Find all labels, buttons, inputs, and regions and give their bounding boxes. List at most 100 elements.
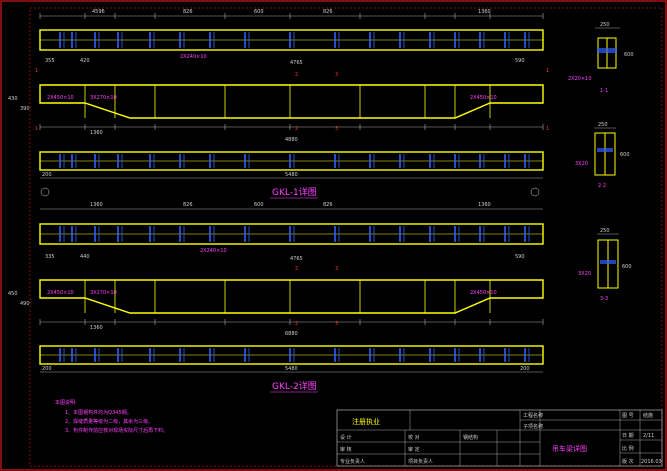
notes-item-1: 1、本图钢构件均为Q345钢。 [65,409,132,416]
tb-value-1: 钢结构 [463,434,478,441]
lower-plan-note: 2X240×10 [200,248,227,254]
upper-elevation-stiffeners [84,85,491,118]
section-3-note: 3X20 [578,271,591,277]
notes-item-3: 3、构件制作前应核对现场实际尺寸后再下料。 [65,427,168,434]
upper-elevation-outline [39,84,544,119]
notes-item-2: 2、焊缝质量等级为二级，其余为三级。 [65,418,153,425]
section-1-dim-1: 250 [600,22,610,28]
lower-beam-group: 1360 826 600 826 1360 2X240×10 335 440 4… [8,202,544,393]
title-drawing-name: 吊车梁详图 [552,444,587,453]
marker-3a: 3 [335,72,338,78]
drawing-border [0,0,667,471]
lower-bottom-dim-2: 5480 [285,366,298,372]
marker-1b: 1 [546,68,549,74]
lower-top-dim-1: 1360 [90,202,103,208]
upper-plan-dim-1: 355 [45,58,55,64]
lower-beam-title: GKL-2详图 [272,380,317,392]
tb-field-2: 子项名称 [523,423,543,430]
lower-top-dim-2: 826 [183,202,193,208]
section-2-dim-1: 250 [598,122,608,128]
marker-2c: 2 [295,266,298,272]
lower-elevation-outline [39,279,544,314]
section-2-label: 2-2 [598,183,606,189]
upper-elev-total: 1360 [90,130,103,136]
lower-bottom-dim-1: 200 [42,366,52,372]
tb-field-1: 工程名称 [523,412,543,419]
marker-1c: 1 [35,126,38,132]
section-1-note: 2X20×10 [568,76,592,82]
lower-elev-note-3: 2X450×10 [470,290,497,296]
section-3-label: 3-3 [600,296,608,302]
lower-elev-total: 1360 [90,325,103,331]
tb-field-3: 设 计 [340,434,352,441]
section-1-dim-2: 600 [624,52,634,58]
upper-plan-note: 2X240×10 [180,54,207,60]
section-1-label: 1-1 [600,88,608,94]
lower-elev-left-2: 490 [20,301,30,307]
upper-beam-group: 4596 826 600 826 1360 2X240×10 355 420 4… [8,9,544,199]
upper-elev-note-1: 2X450×10 [47,95,74,101]
notes-block: 本图说明: 1、本图钢构件均为Q345钢。 2、焊缝质量等级为二级，其余为三级。… [55,399,168,434]
upper-elev-left-1: 430 [8,96,18,102]
lower-bottom-dim-3: 200 [520,366,530,372]
tb-field-10: 日 期 [622,433,634,439]
lower-elev-left-1: 450 [8,291,18,297]
tb-field-12: 版 次 [622,458,634,465]
marker-3b: 3 [335,126,338,132]
upper-beam-title: GKL-1详图 [272,186,317,198]
tb-field-9: 图 号 [622,413,634,419]
cad-drawing-canvas: 4596 826 600 826 1360 2X240×10 355 420 4… [0,0,667,471]
lower-plan-dim-1: 335 [45,254,55,260]
lower-plan-dim-2: 440 [80,254,90,260]
section-2-note: 3X20 [575,161,588,167]
lower-elev-note-1: 2X450×10 [47,290,74,296]
section-3-dim-1: 250 [600,228,610,234]
lower-plan-dim-3: 4765 [290,256,303,262]
lower-top-dim-3: 600 [254,202,264,208]
tb-field-6: 审 定 [408,446,420,453]
upper-top-dim-2: 826 [183,9,193,15]
marker-3c: 3 [335,266,338,272]
tb-field-11: 比 例 [622,445,634,452]
upper-elev-total2: 4880 [285,137,298,143]
lower-top-dim-4: 826 [323,202,333,208]
lower-plan-dim-4: 590 [515,254,525,260]
lower-elevation-stiffeners [84,280,491,313]
lower-elev-note-2: 3X270×10 [90,290,117,296]
upper-plan-dim-3: 4765 [290,60,303,66]
upper-top-dim-1: 4596 [92,9,105,15]
section-3-3: 250 600 3X20 3-3 [578,228,632,302]
section-1-1: 250 600 2X20×10 1-1 [568,22,634,94]
marker-1a: 1 [35,68,38,74]
upper-plan-dim-2: 420 [80,58,90,64]
tb-field-4: 校 对 [408,434,420,441]
marker-1d: 1 [546,126,549,132]
section-2-dim-2: 600 [620,152,630,158]
tb-value-3: 2/11 [643,433,654,439]
tb-field-5: 审 核 [340,446,352,453]
upper-top-dim-3: 600 [254,9,264,15]
notes-header: 本图说明: [55,399,77,406]
tb-field-8: 项目负责人 [408,458,433,465]
tb-value-4: 2016.03 [641,459,662,465]
tb-field-7: 专业负责人 [340,458,365,465]
upper-elev-left-2: 390 [20,106,30,112]
upper-bottom-dim-2: 5480 [285,172,298,178]
upper-plan-dim-4: 590 [515,58,525,64]
upper-top-dim-4: 826 [323,9,333,15]
upper-elev-note-2: 3X270×10 [90,95,117,101]
marker-2d: 2 [295,321,298,327]
marker-3d: 3 [335,321,338,327]
title-note-head: 注册执业 [352,417,380,426]
upper-elev-note-3: 2X450×10 [470,95,497,101]
section-2-2: 250 600 3X20 2-2 [575,122,630,189]
upper-bottom-dim-1: 200 [42,172,52,178]
lower-top-dim-5: 1360 [478,202,491,208]
tb-value-2: 结施 [643,412,653,419]
lower-elev-total2: 6880 [285,331,298,337]
marker-2b: 2 [295,126,298,132]
section-3-dim-2: 600 [622,264,632,270]
title-block: 注册执业 吊车梁详图 工程名称 子项名称 设 计 校 对 审 核 审 定 专业负… [336,409,663,467]
marker-2a: 2 [295,72,298,78]
upper-top-dim-5: 1360 [478,9,491,15]
